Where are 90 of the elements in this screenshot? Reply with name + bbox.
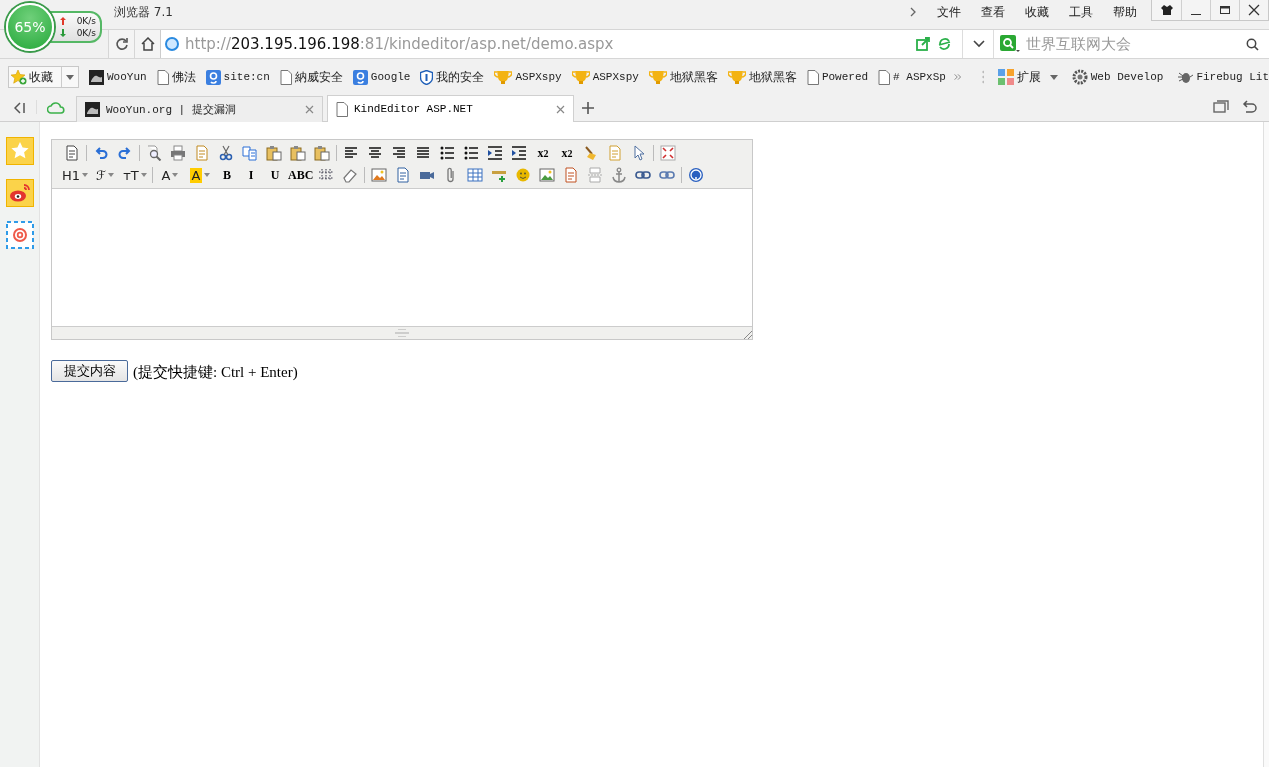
bookmark-label[interactable]: 地狱黑客	[748, 68, 797, 86]
down-arrow-icon	[60, 29, 66, 37]
url-text: http://203.195.196.198:81/kindeditor/asp.net/demo.aspx	[185, 35, 614, 53]
upload-speed: 0K/s	[76, 16, 96, 26]
resize-handle-icon[interactable]	[395, 329, 409, 337]
sidebar-toggle-icon[interactable]	[14, 102, 26, 114]
submit-button[interactable]: 提交内容	[51, 360, 128, 382]
shortcut-hint: (提交快捷键: Ctrl + Enter)	[133, 363, 298, 382]
share-icon[interactable]	[916, 37, 931, 51]
trophy-icon	[727, 69, 746, 85]
gear-icon[interactable]	[1071, 69, 1088, 85]
g-icon	[205, 69, 221, 85]
caret-icon	[108, 173, 115, 177]
toolbar-button[interactable]: B	[215, 165, 239, 185]
minimize-icon	[1191, 13, 1201, 15]
tab-list-icon[interactable]	[1213, 100, 1229, 114]
menu-item[interactable]: 文件	[927, 3, 971, 21]
browser-mode-icon[interactable]	[937, 37, 952, 51]
favorites-button[interactable]: 收藏	[8, 66, 79, 88]
page-icon	[279, 69, 292, 85]
extension-label[interactable]: Web Develop	[1090, 71, 1164, 83]
maximize-icon	[1219, 5, 1231, 15]
corner-grip-icon[interactable]	[744, 331, 752, 339]
home-icon	[140, 37, 155, 51]
shirt-icon	[1160, 5, 1173, 15]
cloud-icon[interactable]	[47, 101, 65, 114]
search-field[interactable]: 世界互联网大会	[1024, 34, 1242, 54]
browser-tab[interactable]: KindEditor ASP.NET	[327, 95, 574, 122]
bookmark-label[interactable]: # ASPxSp	[893, 71, 946, 83]
menu-item[interactable]: 查看	[971, 3, 1015, 21]
star-plus-icon	[11, 69, 27, 85]
toolbar-dropdown[interactable]: A	[155, 165, 185, 185]
bookmark-label[interactable]: WooYun	[107, 71, 147, 83]
bookmark-label[interactable]: 佛法	[171, 68, 196, 86]
caret-icon	[140, 173, 147, 177]
trophy-icon	[494, 69, 513, 85]
menu-item[interactable]: 帮助	[1103, 3, 1147, 21]
apps-icon[interactable]	[997, 69, 1014, 85]
extension-label[interactable]: 扩展	[1016, 68, 1041, 86]
g-icon	[352, 69, 368, 85]
bookmark-label[interactable]: ASPXspy	[515, 71, 562, 83]
toolbar-button[interactable]: I	[239, 165, 263, 185]
caret-icon	[172, 173, 179, 177]
highlight-color-dropdown[interactable]: A	[185, 165, 215, 185]
toolbar-button[interactable]: U	[263, 165, 287, 185]
bookmark-label[interactable]: site:cn	[223, 71, 270, 83]
menu-item[interactable]: 收藏	[1015, 3, 1059, 21]
new-tab-icon[interactable]	[582, 102, 594, 114]
close-icon	[1248, 4, 1260, 16]
extension-label[interactable]: Firebug Lit	[1196, 71, 1269, 83]
search-engine-icon[interactable]	[1000, 35, 1020, 53]
bookmark-label[interactable]: 地狱黑客	[669, 68, 718, 86]
caret-icon	[66, 74, 74, 80]
page-icon	[156, 69, 169, 85]
bookmark-label[interactable]: ASPXspy	[592, 71, 639, 83]
trophy-icon	[571, 69, 590, 85]
chevron-icon[interactable]	[909, 6, 917, 18]
caret-icon	[82, 173, 88, 177]
menu-item[interactable]: 工具	[1059, 3, 1103, 21]
bookmark-label[interactable]: Google	[370, 71, 411, 83]
weibo-icon[interactable]	[5, 179, 34, 207]
toolbar-dropdown[interactable]: H1	[60, 165, 90, 185]
bookmark-label[interactable]: 我的安全	[436, 68, 485, 86]
undo-close-icon[interactable]	[1241, 100, 1257, 114]
drag-handle-icon[interactable]	[981, 70, 984, 84]
toolbar-dropdown[interactable]: ᴛT	[120, 165, 150, 185]
more-icon[interactable]	[953, 72, 962, 82]
site-icon	[85, 102, 100, 117]
close-icon[interactable]	[305, 105, 314, 114]
caret-icon[interactable]	[1049, 74, 1058, 80]
shield-icon	[420, 69, 434, 85]
bookmark-label[interactable]: 納威安全	[294, 68, 343, 86]
bookmark-label[interactable]: Powered	[821, 71, 869, 83]
page-icon	[878, 69, 891, 85]
toolbar-button[interactable]: ABC	[287, 165, 315, 185]
page-icon	[336, 101, 348, 117]
dropdown-icon[interactable]	[973, 40, 985, 48]
window-title: 浏览器 7.1	[114, 3, 173, 21]
search-icon[interactable]	[1246, 37, 1259, 51]
up-arrow-icon	[60, 17, 66, 25]
browser-tab[interactable]: WooYun.org | 提交漏洞	[76, 96, 323, 122]
site-icon	[89, 69, 104, 85]
close-icon[interactable]	[556, 104, 565, 114]
globe-icon	[165, 37, 179, 51]
download-speed: 0K/s	[76, 28, 96, 38]
trophy-icon	[648, 69, 667, 85]
caret-icon	[204, 173, 211, 177]
page-icon	[806, 69, 819, 85]
refresh-icon	[114, 37, 129, 51]
toolbar-dropdown[interactable]: ℱ	[90, 165, 120, 185]
